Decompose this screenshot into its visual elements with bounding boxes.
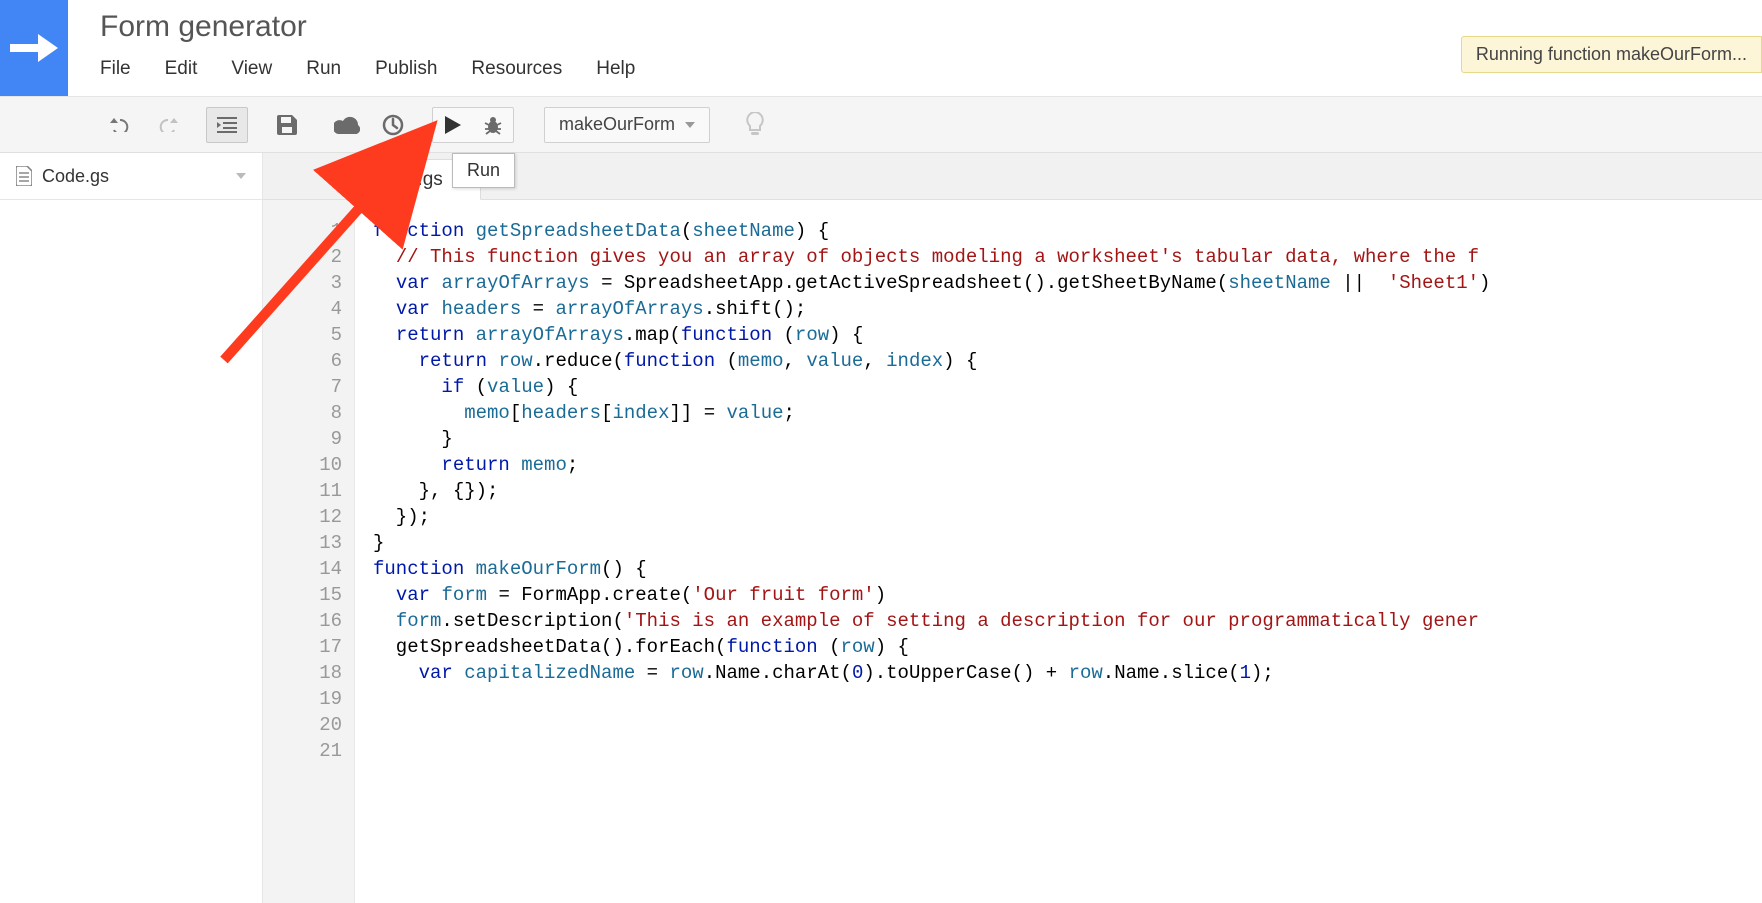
code-content[interactable]: function getSpreadsheetData(sheetName) {… [355, 200, 1762, 903]
clock-icon [382, 114, 404, 136]
line-number: 19 [263, 686, 354, 712]
line-number: 2 [263, 244, 354, 270]
function-select-label: makeOurForm [559, 114, 675, 135]
editor-panel: Code.gs × 123456789101112131415161718192… [263, 153, 1762, 903]
line-number: 1 [263, 218, 354, 244]
tab-label: Code.gs [372, 169, 443, 191]
line-number: 20 [263, 712, 354, 738]
line-number: 8 [263, 400, 354, 426]
redo-button[interactable] [146, 107, 188, 143]
sidebar-file-label: Code.gs [42, 166, 109, 187]
menu-file[interactable]: File [100, 58, 131, 80]
line-number: 15 [263, 582, 354, 608]
run-tooltip: Run [452, 153, 515, 188]
sidebar-file-item[interactable]: Code.gs [0, 153, 262, 200]
menu-view[interactable]: View [231, 58, 272, 80]
lightbulb-icon [745, 112, 765, 138]
debug-button[interactable] [473, 108, 513, 142]
line-number: 13 [263, 530, 354, 556]
line-number: 18 [263, 660, 354, 686]
line-number: 12 [263, 504, 354, 530]
line-number: 5 [263, 322, 354, 348]
menu-edit[interactable]: Edit [165, 58, 198, 80]
redo-icon [156, 118, 178, 132]
line-number: 17 [263, 634, 354, 660]
menu-publish[interactable]: Publish [375, 58, 437, 80]
play-icon [445, 116, 461, 134]
chevron-down-icon [685, 122, 695, 128]
function-select[interactable]: makeOurForm [544, 107, 710, 143]
undo-icon [110, 118, 132, 132]
arrow-right-icon [10, 30, 58, 66]
app-logo[interactable] [0, 0, 68, 96]
save-icon [277, 115, 297, 135]
chevron-down-icon[interactable] [236, 173, 246, 179]
line-number: 9 [263, 426, 354, 452]
code-editor[interactable]: 123456789101112131415161718192021 functi… [263, 200, 1762, 903]
file-icon [16, 166, 32, 186]
line-number: 6 [263, 348, 354, 374]
line-number: 14 [263, 556, 354, 582]
line-number: 4 [263, 296, 354, 322]
indent-button[interactable] [206, 107, 248, 143]
menu-resources[interactable]: Resources [471, 58, 562, 80]
line-number: 11 [263, 478, 354, 504]
workspace: Code.gs Code.gs × 1234567891011121314151… [0, 153, 1762, 903]
run-button[interactable] [433, 108, 473, 142]
menu-run[interactable]: Run [306, 58, 341, 80]
status-running: Running function makeOurForm... [1461, 36, 1762, 73]
line-number: 10 [263, 452, 354, 478]
deploy-button[interactable] [326, 107, 368, 143]
triggers-button[interactable] [372, 107, 414, 143]
hints-button[interactable] [734, 107, 776, 143]
menu-help[interactable]: Help [596, 58, 635, 80]
cloud-icon [334, 116, 360, 134]
undo-button[interactable] [100, 107, 142, 143]
line-number: 21 [263, 738, 354, 764]
run-debug-group [432, 107, 514, 143]
toolbar: makeOurForm Run [0, 96, 1762, 153]
line-number: 3 [263, 270, 354, 296]
bug-icon [483, 115, 503, 135]
save-button[interactable] [266, 107, 308, 143]
indent-icon [217, 117, 237, 133]
line-number-gutter: 123456789101112131415161718192021 [263, 200, 355, 903]
sidebar: Code.gs [0, 153, 263, 903]
line-number: 7 [263, 374, 354, 400]
line-number: 16 [263, 608, 354, 634]
